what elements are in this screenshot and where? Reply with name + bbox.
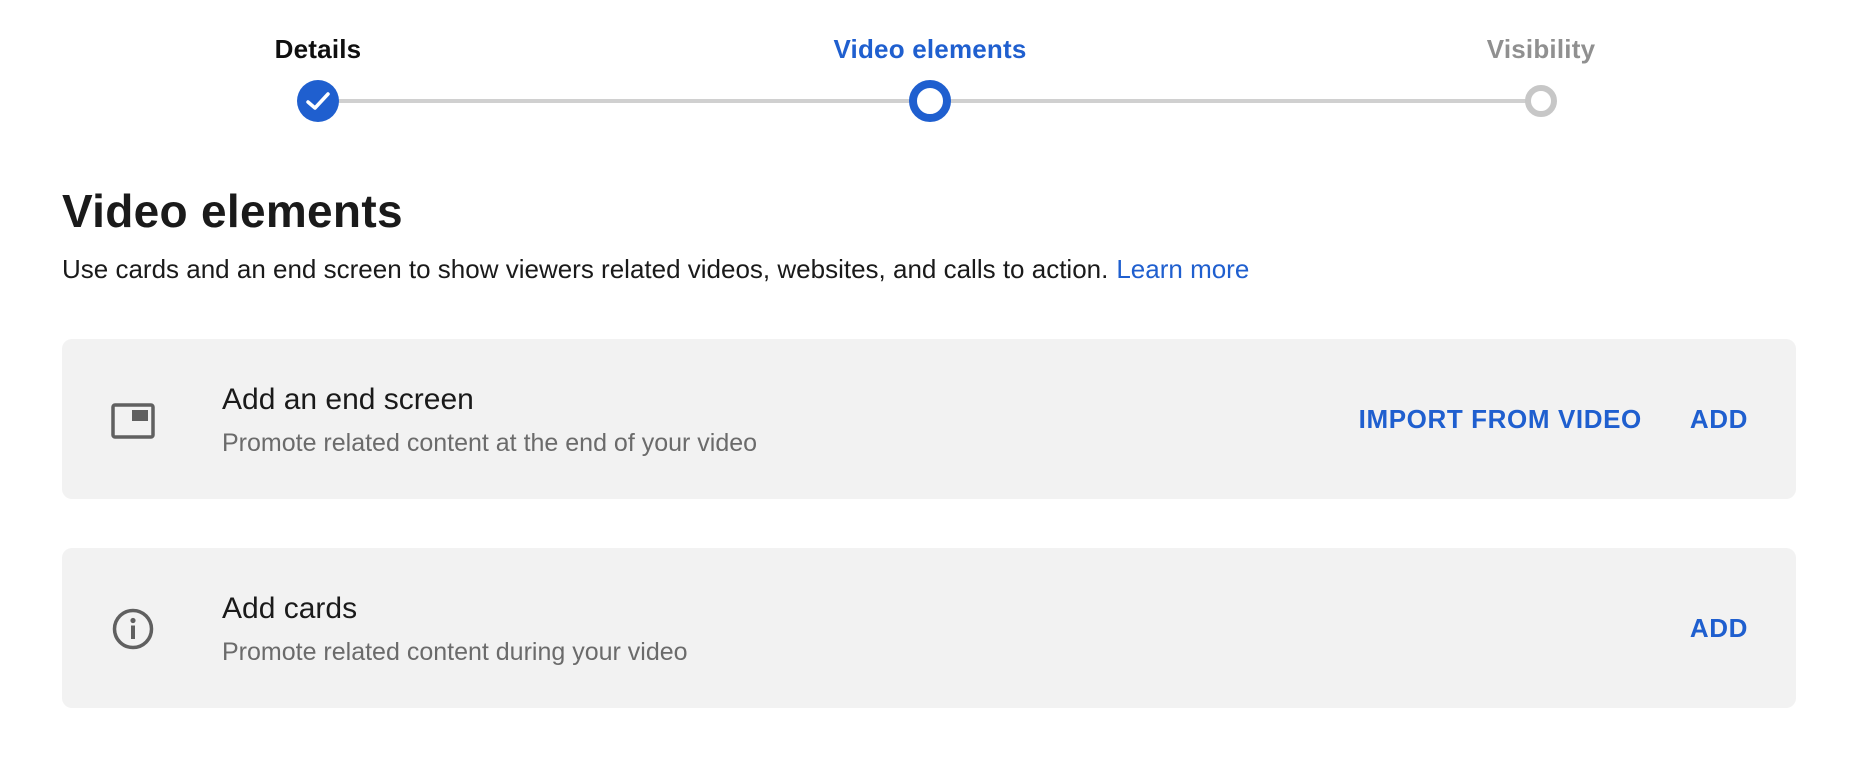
step-connector-1 — [318, 99, 930, 103]
end-screen-icon — [111, 403, 155, 439]
step-details-check-icon[interactable] — [297, 80, 339, 122]
checkmark-icon — [306, 92, 330, 110]
end-screen-actions: IMPORT FROM VIDEO ADD — [1359, 339, 1748, 499]
page-title: Video elements — [62, 185, 403, 237]
cards-card: Add cards Promote related content during… — [62, 548, 1796, 708]
page-description: Use cards and an end screen to show view… — [62, 254, 1249, 285]
step-details-label[interactable]: Details — [275, 34, 362, 65]
end-screen-subtitle: Promote related content at the end of yo… — [222, 429, 758, 457]
step-video-elements-label[interactable]: Video elements — [833, 34, 1026, 65]
import-from-video-button[interactable]: IMPORT FROM VIDEO — [1359, 404, 1642, 435]
add-cards-button[interactable]: ADD — [1690, 613, 1748, 644]
video-elements-page: Details Video elements Visibility Video … — [0, 0, 1852, 782]
end-screen-title: Add an end screen — [222, 383, 474, 416]
cards-subtitle: Promote related content during your vide… — [222, 638, 688, 666]
end-screen-card: Add an end screen Promote related conten… — [62, 339, 1796, 499]
upload-stepper: Details Video elements Visibility — [0, 0, 1852, 130]
step-video-elements-dot[interactable] — [909, 80, 951, 122]
step-visibility-label[interactable]: Visibility — [1487, 34, 1595, 65]
info-icon — [112, 608, 154, 650]
cards-actions: ADD — [1690, 548, 1748, 708]
learn-more-link[interactable]: Learn more — [1116, 254, 1249, 284]
step-connector-2 — [930, 99, 1541, 103]
description-text: Use cards and an end screen to show view… — [62, 254, 1109, 284]
add-end-screen-button[interactable]: ADD — [1690, 404, 1748, 435]
cards-title: Add cards — [222, 592, 358, 625]
step-visibility-dot[interactable] — [1525, 85, 1557, 117]
